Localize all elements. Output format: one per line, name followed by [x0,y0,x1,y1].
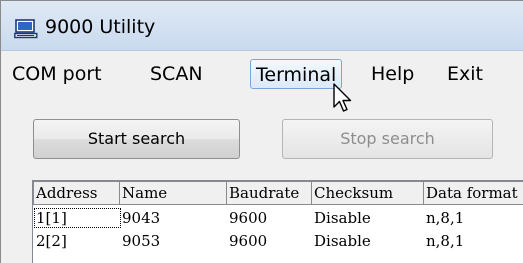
cell-name: 9053 [122,232,161,250]
menu-terminal[interactable]: Terminal [250,59,343,89]
menu-exit[interactable]: Exit [442,59,488,89]
table-row[interactable]: 2[2] 9053 9600 Disable n,8,1 [33,230,523,252]
cell-address: 1[1] [33,207,122,229]
app-window: 9000 Utility COM port SCAN Terminal Help… [0,0,523,263]
cell-checksum: Disable [314,209,371,227]
menu-scan[interactable]: SCAN [145,59,208,89]
cell-data-format: n,8,1 [426,232,465,250]
cell-data-format: n,8,1 [426,209,465,227]
cell-name: 9043 [122,209,161,227]
device-list[interactable]: Address Name Baudrate Checksum Data form… [32,180,523,263]
table-row[interactable]: 1[1] 9043 9600 Disable n,8,1 [33,207,523,229]
menu-com-port[interactable]: COM port [7,59,107,89]
computer-icon [14,19,38,39]
start-search-button[interactable]: Start search [33,119,240,159]
menu-bar: COM port SCAN Terminal Help Exit [1,51,523,95]
column-header-checksum[interactable]: Checksum [311,181,424,205]
column-header-address[interactable]: Address [33,181,120,205]
column-header-data-format[interactable]: Data format [423,181,523,205]
column-header-name[interactable]: Name [119,181,227,205]
arrow-cursor-icon [333,83,355,117]
title-bar[interactable]: 9000 Utility [1,1,523,51]
window-title: 9000 Utility [45,16,156,38]
cell-baudrate: 9600 [229,209,268,227]
menu-help[interactable]: Help [366,59,419,89]
column-header-baudrate[interactable]: Baudrate [226,181,312,205]
cell-address: 2[2] [36,232,67,250]
list-header: Address Name Baudrate Checksum Data form… [33,181,523,205]
cell-checksum: Disable [314,232,371,250]
stop-search-button[interactable]: Stop search [282,119,493,159]
cell-baudrate: 9600 [229,232,268,250]
